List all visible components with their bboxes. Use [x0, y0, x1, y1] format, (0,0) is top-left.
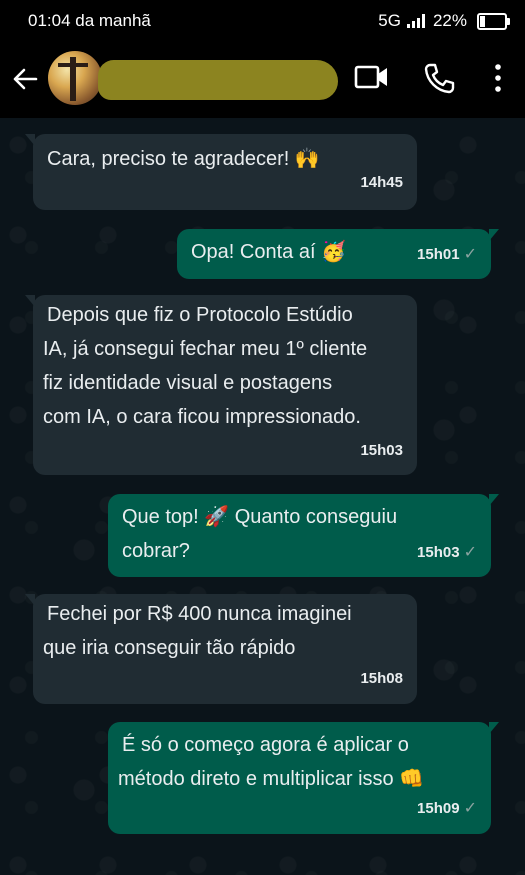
- network-label: 5G: [378, 11, 401, 30]
- message-text: Depois que fiz o Protocolo Estúdio IA, j…: [43, 298, 413, 434]
- message-text: Cara, preciso te agradecer! 🙌: [47, 148, 320, 170]
- incoming-message[interactable]: Fechei por R$ 400 nunca imaginei que iri…: [25, 594, 417, 704]
- contact-avatar[interactable]: [48, 51, 102, 105]
- status-indicators: 5G 22%: [378, 11, 510, 31]
- chat-header: [0, 40, 525, 118]
- message-line: fiz identidade visual e postagens: [43, 372, 333, 394]
- message-time: 15h03: [360, 434, 403, 468]
- message-time-label: 15h01: [417, 246, 460, 263]
- message-time: 15h01 ✓: [417, 238, 477, 272]
- message-line: Que top! 🚀 Quanto conseguiu: [122, 506, 398, 528]
- incoming-message[interactable]: Cara, preciso te agradecer! 🙌 14h45: [25, 134, 417, 210]
- delivered-check-icon: ✓: [463, 544, 477, 561]
- message-line: IA, já consegui fechar meu 1º cliente: [43, 338, 368, 360]
- message-line: Depois que fiz o Protocolo Estúdio: [47, 304, 353, 326]
- outgoing-message[interactable]: Que top! 🚀 Quanto conseguiu cobrar? 15h0…: [108, 494, 499, 577]
- message-line: É só o começo agora é aplicar o: [122, 734, 409, 756]
- message-line: com IA, o cara ficou impressionado.: [43, 406, 361, 428]
- battery-icon: [477, 12, 510, 30]
- signal-icon: [406, 14, 427, 28]
- message-time: 14h45: [360, 166, 403, 200]
- battery-fill: [480, 15, 485, 27]
- message-time-label: 15h09: [417, 800, 460, 817]
- message-text: Fechei por R$ 400 nunca imaginei que iri…: [43, 597, 352, 665]
- phone-icon[interactable]: [423, 62, 455, 94]
- message-text: Opa! Conta aí 🥳: [191, 241, 346, 263]
- chat-area[interactable]: Cara, preciso te agradecer! 🙌 14h45 Opa!…: [0, 118, 525, 875]
- outgoing-message[interactable]: É só o começo agora é aplicar o método d…: [108, 722, 499, 834]
- message-line: que iria conseguir tão rápido: [43, 637, 296, 659]
- message-text: É só o começo agora é aplicar o método d…: [118, 728, 424, 796]
- message-time-label: 15h08: [360, 670, 403, 687]
- message-text: Que top! 🚀 Quanto conseguiu cobrar?: [122, 500, 397, 568]
- message-line: Fechei por R$ 400 nunca imaginei: [47, 603, 352, 625]
- message-time-label: 15h03: [417, 544, 460, 561]
- status-time: 01:04 da manhã: [28, 11, 151, 30]
- video-call-icon[interactable]: [354, 62, 390, 92]
- message-time: 15h08: [360, 662, 403, 696]
- more-options-icon[interactable]: [490, 62, 506, 94]
- back-arrow-icon[interactable]: [10, 62, 40, 96]
- message-line: método direto e multiplicar isso 👊: [118, 768, 425, 790]
- contact-name-redacted[interactable]: [98, 60, 338, 100]
- message-time-label: 14h45: [360, 174, 403, 191]
- outgoing-message[interactable]: Opa! Conta aí 🥳 15h01 ✓: [177, 229, 499, 279]
- status-bar: 01:04 da manhã 5G 22%: [0, 0, 525, 40]
- delivered-check-icon: ✓: [463, 246, 477, 263]
- message-line: cobrar?: [122, 540, 190, 562]
- message-time: 15h09 ✓: [417, 792, 477, 826]
- message-time-label: 15h03: [360, 442, 403, 459]
- delivered-check-icon: ✓: [463, 800, 477, 817]
- incoming-message[interactable]: Depois que fiz o Protocolo Estúdio IA, j…: [25, 295, 417, 475]
- message-time: 15h03 ✓: [417, 536, 477, 570]
- battery-percent: 22%: [432, 11, 467, 30]
